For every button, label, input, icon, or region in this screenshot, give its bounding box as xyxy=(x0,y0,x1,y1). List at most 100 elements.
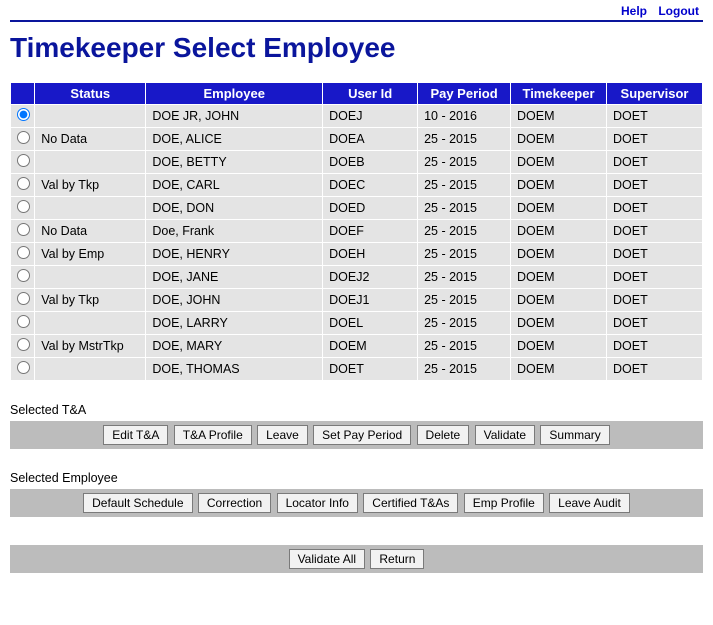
cell-timekeeper: DOEM xyxy=(511,128,607,151)
validate-button[interactable]: Validate xyxy=(475,425,535,445)
cell-user-id: DOEJ2 xyxy=(323,266,418,289)
row-select-cell xyxy=(11,105,35,128)
row-select-cell xyxy=(11,312,35,335)
selected-ta-label: Selected T&A xyxy=(10,403,703,417)
table-row: Val by MstrTkpDOE, MARYDOEM25 - 2015DOEM… xyxy=(11,335,703,358)
cell-status xyxy=(35,151,146,174)
cell-supervisor: DOET xyxy=(606,105,702,128)
row-select-radio[interactable] xyxy=(17,292,30,305)
row-select-radio[interactable] xyxy=(17,361,30,374)
cell-pay-period: 25 - 2015 xyxy=(418,266,511,289)
row-select-radio[interactable] xyxy=(17,154,30,167)
cell-employee: DOE, MARY xyxy=(146,335,323,358)
cell-pay-period: 25 - 2015 xyxy=(418,197,511,220)
row-select-radio[interactable] xyxy=(17,246,30,259)
cell-timekeeper: DOEM xyxy=(511,266,607,289)
row-select-radio[interactable] xyxy=(17,200,30,213)
cell-supervisor: DOET xyxy=(606,335,702,358)
cell-status: Val by Emp xyxy=(35,243,146,266)
cell-user-id: DOEB xyxy=(323,151,418,174)
cell-user-id: DOEM xyxy=(323,335,418,358)
cell-status: Val by MstrTkp xyxy=(35,335,146,358)
cell-user-id: DOEC xyxy=(323,174,418,197)
table-row: DOE, JANEDOEJ225 - 2015DOEMDOET xyxy=(11,266,703,289)
col-header-radio xyxy=(11,83,35,105)
cell-supervisor: DOET xyxy=(606,128,702,151)
logout-link[interactable]: Logout xyxy=(658,4,699,18)
cell-employee: Doe, Frank xyxy=(146,220,323,243)
cell-user-id: DOEH xyxy=(323,243,418,266)
cell-user-id: DOEF xyxy=(323,220,418,243)
cell-pay-period: 25 - 2015 xyxy=(418,243,511,266)
table-row: DOE, DONDOED25 - 2015DOEMDOET xyxy=(11,197,703,220)
set-pay-period-button[interactable]: Set Pay Period xyxy=(313,425,411,445)
table-row: No DataDoe, FrankDOEF25 - 2015DOEMDOET xyxy=(11,220,703,243)
row-select-radio[interactable] xyxy=(17,131,30,144)
cell-employee: DOE, LARRY xyxy=(146,312,323,335)
leave-button[interactable]: Leave xyxy=(257,425,308,445)
col-header-supervisor: Supervisor xyxy=(606,83,702,105)
emp-profile-button[interactable]: Emp Profile xyxy=(464,493,544,513)
row-select-radio[interactable] xyxy=(17,315,30,328)
col-header-status: Status xyxy=(35,83,146,105)
cell-timekeeper: DOEM xyxy=(511,151,607,174)
cell-employee: DOE JR, JOHN xyxy=(146,105,323,128)
cell-employee: DOE, DON xyxy=(146,197,323,220)
selected-ta-button-bar: Edit T&A T&A Profile Leave Set Pay Perio… xyxy=(10,421,703,449)
row-select-cell xyxy=(11,358,35,381)
cell-supervisor: DOET xyxy=(606,220,702,243)
cell-user-id: DOEL xyxy=(323,312,418,335)
row-select-cell xyxy=(11,266,35,289)
page-title: Timekeeper Select Employee xyxy=(10,32,703,64)
return-button[interactable]: Return xyxy=(370,549,424,569)
cell-pay-period: 10 - 2016 xyxy=(418,105,511,128)
certified-t-as-button[interactable]: Certified T&As xyxy=(363,493,458,513)
row-select-radio[interactable] xyxy=(17,338,30,351)
table-row: Val by TkpDOE, CARLDOEC25 - 2015DOEMDOET xyxy=(11,174,703,197)
cell-timekeeper: DOEM xyxy=(511,358,607,381)
row-select-cell xyxy=(11,335,35,358)
row-select-cell xyxy=(11,220,35,243)
row-select-cell xyxy=(11,151,35,174)
delete-button[interactable]: Delete xyxy=(417,425,470,445)
cell-user-id: DOEJ1 xyxy=(323,289,418,312)
cell-employee: DOE, THOMAS xyxy=(146,358,323,381)
table-row: DOE JR, JOHNDOEJ10 - 2016DOEMDOET xyxy=(11,105,703,128)
leave-audit-button[interactable]: Leave Audit xyxy=(549,493,630,513)
cell-status xyxy=(35,358,146,381)
row-select-radio[interactable] xyxy=(17,108,30,121)
row-select-radio[interactable] xyxy=(17,177,30,190)
correction-button[interactable]: Correction xyxy=(198,493,271,513)
cell-supervisor: DOET xyxy=(606,243,702,266)
cell-pay-period: 25 - 2015 xyxy=(418,151,511,174)
table-row: Val by TkpDOE, JOHNDOEJ125 - 2015DOEMDOE… xyxy=(11,289,703,312)
help-link[interactable]: Help xyxy=(621,4,647,18)
validate-all-button[interactable]: Validate All xyxy=(289,549,365,569)
table-row: DOE, LARRYDOEL25 - 2015DOEMDOET xyxy=(11,312,703,335)
row-select-cell xyxy=(11,174,35,197)
cell-timekeeper: DOEM xyxy=(511,243,607,266)
cell-status xyxy=(35,266,146,289)
row-select-radio[interactable] xyxy=(17,269,30,282)
col-header-user-id: User Id xyxy=(323,83,418,105)
cell-supervisor: DOET xyxy=(606,312,702,335)
cell-supervisor: DOET xyxy=(606,266,702,289)
cell-pay-period: 25 - 2015 xyxy=(418,289,511,312)
cell-pay-period: 25 - 2015 xyxy=(418,174,511,197)
col-header-employee: Employee xyxy=(146,83,323,105)
summary-button[interactable]: Summary xyxy=(540,425,609,445)
cell-employee: DOE, CARL xyxy=(146,174,323,197)
cell-user-id: DOEA xyxy=(323,128,418,151)
t-a-profile-button[interactable]: T&A Profile xyxy=(174,425,252,445)
table-row: DOE, BETTYDOEB25 - 2015DOEMDOET xyxy=(11,151,703,174)
cell-timekeeper: DOEM xyxy=(511,220,607,243)
cell-supervisor: DOET xyxy=(606,174,702,197)
cell-timekeeper: DOEM xyxy=(511,174,607,197)
row-select-radio[interactable] xyxy=(17,223,30,236)
cell-user-id: DOET xyxy=(323,358,418,381)
default-schedule-button[interactable]: Default Schedule xyxy=(83,493,192,513)
edit-t-a-button[interactable]: Edit T&A xyxy=(103,425,168,445)
locator-info-button[interactable]: Locator Info xyxy=(277,493,358,513)
cell-supervisor: DOET xyxy=(606,197,702,220)
cell-status xyxy=(35,197,146,220)
